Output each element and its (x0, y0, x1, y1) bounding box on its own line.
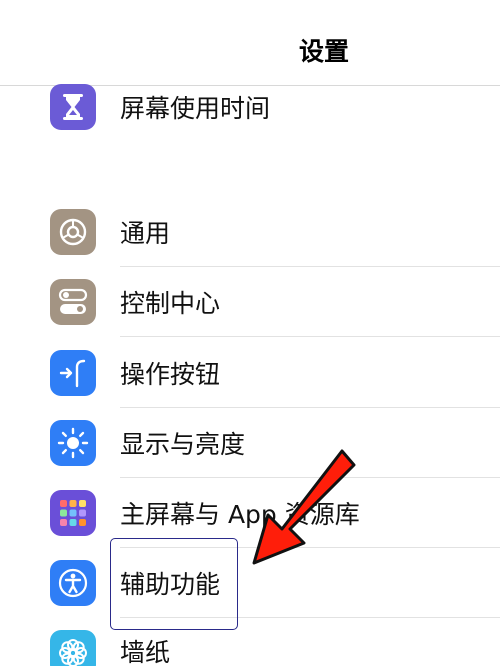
settings-item-wallpaper[interactable]: 墙纸 (0, 618, 500, 666)
settings-item-label: 墙纸 (120, 638, 171, 666)
flower-icon (50, 630, 96, 666)
app-grid-icon (50, 490, 96, 536)
action-button-icon (50, 350, 96, 396)
accessibility-icon (50, 560, 96, 606)
page-title: 设置 (298, 37, 349, 66)
settings-item-label: 操作按钮 (120, 360, 221, 389)
gear-icon (50, 209, 96, 255)
toggles-icon (50, 279, 96, 325)
settings-item-label: 屏幕使用时间 (120, 94, 271, 123)
settings-item-screen-time[interactable]: 屏幕使用时间 (0, 72, 500, 142)
settings-item-action-button[interactable]: 操作按钮 (0, 338, 500, 408)
red-arrow-icon (238, 445, 358, 575)
settings-item-label: 通用 (120, 219, 171, 248)
row-divider (120, 336, 500, 337)
sun-icon (50, 420, 96, 466)
settings-item-control-center[interactable]: 控制中心 (0, 267, 500, 337)
hourglass-icon (50, 84, 96, 130)
settings-item-general[interactable]: 通用 (0, 197, 500, 267)
highlight-box-annotation (110, 538, 238, 630)
settings-item-label: 控制中心 (120, 289, 221, 318)
settings-item-label: 显示与亮度 (120, 430, 246, 459)
